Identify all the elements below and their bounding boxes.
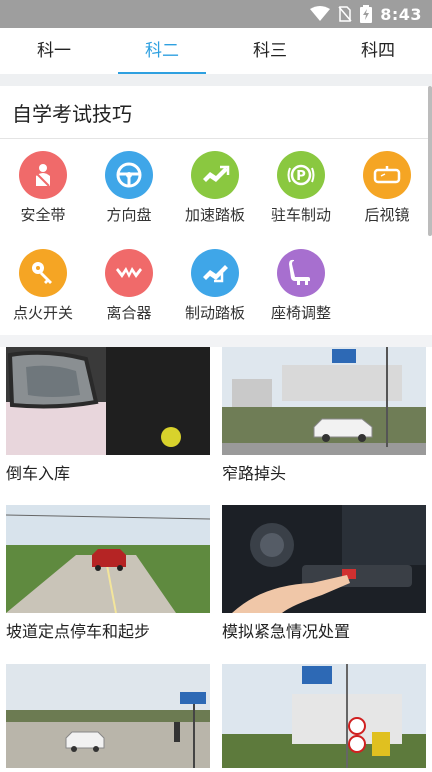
status-time: 8:43	[380, 4, 422, 24]
parking-brake-icon: P	[287, 164, 315, 186]
skill-clutch[interactable]: 离合器	[86, 237, 172, 323]
steering-wheel-icon	[116, 162, 142, 188]
scrollbar[interactable]	[428, 86, 432, 236]
slope-road-photo	[6, 505, 210, 613]
lesson-card-test-track[interactable]	[6, 664, 210, 772]
skill-ignition[interactable]: 点火开关	[0, 237, 86, 323]
tab-subject-4[interactable]: 科四	[324, 28, 432, 74]
subject-tabs: 科一 科二 科三 科四	[0, 28, 432, 74]
skill-icon-circle: P	[277, 151, 325, 199]
skill-label: 加速踏板	[184, 206, 245, 224]
skill-icon-circle	[277, 249, 325, 297]
skill-icon-circle	[19, 151, 67, 199]
skill-icon-circle	[363, 151, 411, 199]
status-bar: 8:43	[0, 0, 432, 28]
wifi-icon	[310, 6, 331, 21]
dashboard-button-photo	[222, 505, 426, 613]
lesson-card-reverse-parking[interactable]: 倒车入库	[6, 347, 210, 493]
skill-icon-circle	[105, 249, 153, 297]
side-mirror-photo	[6, 347, 210, 455]
tab-subject-1[interactable]: 科一	[0, 28, 108, 74]
brake-pedal-icon	[203, 265, 228, 283]
section-header: 自学考试技巧	[0, 86, 432, 139]
seat-adjust-icon	[289, 259, 310, 285]
section-title: 自学考试技巧	[12, 102, 132, 126]
ignition-key-icon	[32, 262, 52, 284]
tab-separator	[0, 74, 432, 86]
battery-charging-icon	[360, 5, 373, 23]
skill-seat-adjust[interactable]: 座椅调整	[258, 237, 344, 323]
skill-icon-circle	[19, 249, 67, 297]
seatbelt-icon	[36, 164, 50, 187]
svg-text:P: P	[296, 169, 306, 184]
skill-label: 后视镜	[364, 206, 410, 224]
lesson-title: 窄路掉头	[222, 464, 287, 483]
section-divider	[0, 335, 432, 347]
tab-subject-3[interactable]: 科三	[216, 28, 324, 74]
lesson-card-narrow-uturn[interactable]: 窄路掉头	[222, 347, 426, 493]
lesson-list: 倒车入库 窄路掉头 坡道定点停车和起步 模拟紧急情况处置	[0, 347, 432, 768]
road-sign-photo	[222, 664, 426, 772]
skill-parking-brake[interactable]: P 驻车制动	[258, 139, 344, 225]
skill-label: 方向盘	[106, 206, 152, 224]
skill-steering-wheel[interactable]: 方向盘	[86, 139, 172, 225]
skill-label: 点火开关	[12, 304, 73, 322]
skill-icon-circle	[191, 249, 239, 297]
test-track-photo	[6, 664, 210, 772]
skill-brake[interactable]: 制动踏板	[172, 237, 258, 323]
lesson-card-road-sign[interactable]	[222, 664, 426, 772]
tab-subject-2[interactable]: 科二	[108, 28, 216, 74]
narrow-road-car-photo	[222, 347, 426, 455]
skill-label: 安全带	[20, 206, 66, 224]
skill-label: 离合器	[106, 304, 152, 322]
lesson-card-slope-stop[interactable]: 坡道定点停车和起步	[6, 505, 210, 651]
rearview-mirror-icon	[373, 166, 401, 184]
lesson-card-emergency[interactable]: 模拟紧急情况处置	[222, 505, 426, 651]
skill-icon-circle	[191, 151, 239, 199]
no-sim-icon	[338, 6, 352, 22]
skill-label: 座椅调整	[270, 304, 331, 322]
lesson-title: 坡道定点停车和起步	[6, 622, 151, 641]
skill-rearview-mirror[interactable]: 后视镜	[344, 139, 430, 225]
clutch-icon	[116, 267, 142, 278]
accelerator-pedal-icon	[203, 165, 230, 182]
lesson-title: 模拟紧急情况处置	[222, 622, 351, 641]
skill-label: 制动踏板	[184, 304, 245, 322]
skill-label: 驻车制动	[270, 206, 331, 224]
status-icons: 8:43	[310, 4, 422, 24]
lesson-title: 倒车入库	[6, 464, 71, 483]
skill-icon-circle	[105, 151, 153, 199]
skills-grid: 安全带 方向盘 加速踏板 P 驻车制动 后视镜 点火开关 离合器 制动踏板 座椅…	[0, 139, 432, 335]
skill-seatbelt[interactable]: 安全带	[0, 139, 86, 225]
skill-accelerator[interactable]: 加速踏板	[172, 139, 258, 225]
